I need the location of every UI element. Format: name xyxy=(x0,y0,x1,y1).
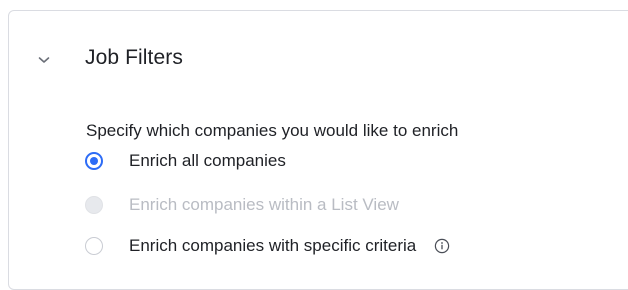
radio-option-specific-criteria[interactable]: Enrich companies with specific criteria xyxy=(85,232,450,260)
radio-option-label: Enrich companies within a List View xyxy=(129,195,399,214)
radio-button-disabled xyxy=(85,196,103,214)
radio-option-all-companies[interactable]: Enrich all companies xyxy=(85,147,286,175)
radio-option-label: Enrich all companies xyxy=(129,151,286,170)
radio-option-label: Enrich companies with specific criteria xyxy=(129,236,417,255)
chevron-down-icon[interactable] xyxy=(36,52,52,68)
radio-option-list-view: Enrich companies within a List View xyxy=(85,191,399,219)
section-title: Job Filters xyxy=(85,46,183,69)
job-filters-panel: Job Filters Specify which companies you … xyxy=(8,10,628,290)
job-filters-header[interactable]: Job Filters xyxy=(9,11,628,107)
enrich-scope-prompt: Specify which companies you would like t… xyxy=(86,121,459,140)
info-icon[interactable] xyxy=(434,238,450,254)
radio-button-selected[interactable] xyxy=(85,152,103,170)
radio-button-unselected[interactable] xyxy=(85,237,103,255)
